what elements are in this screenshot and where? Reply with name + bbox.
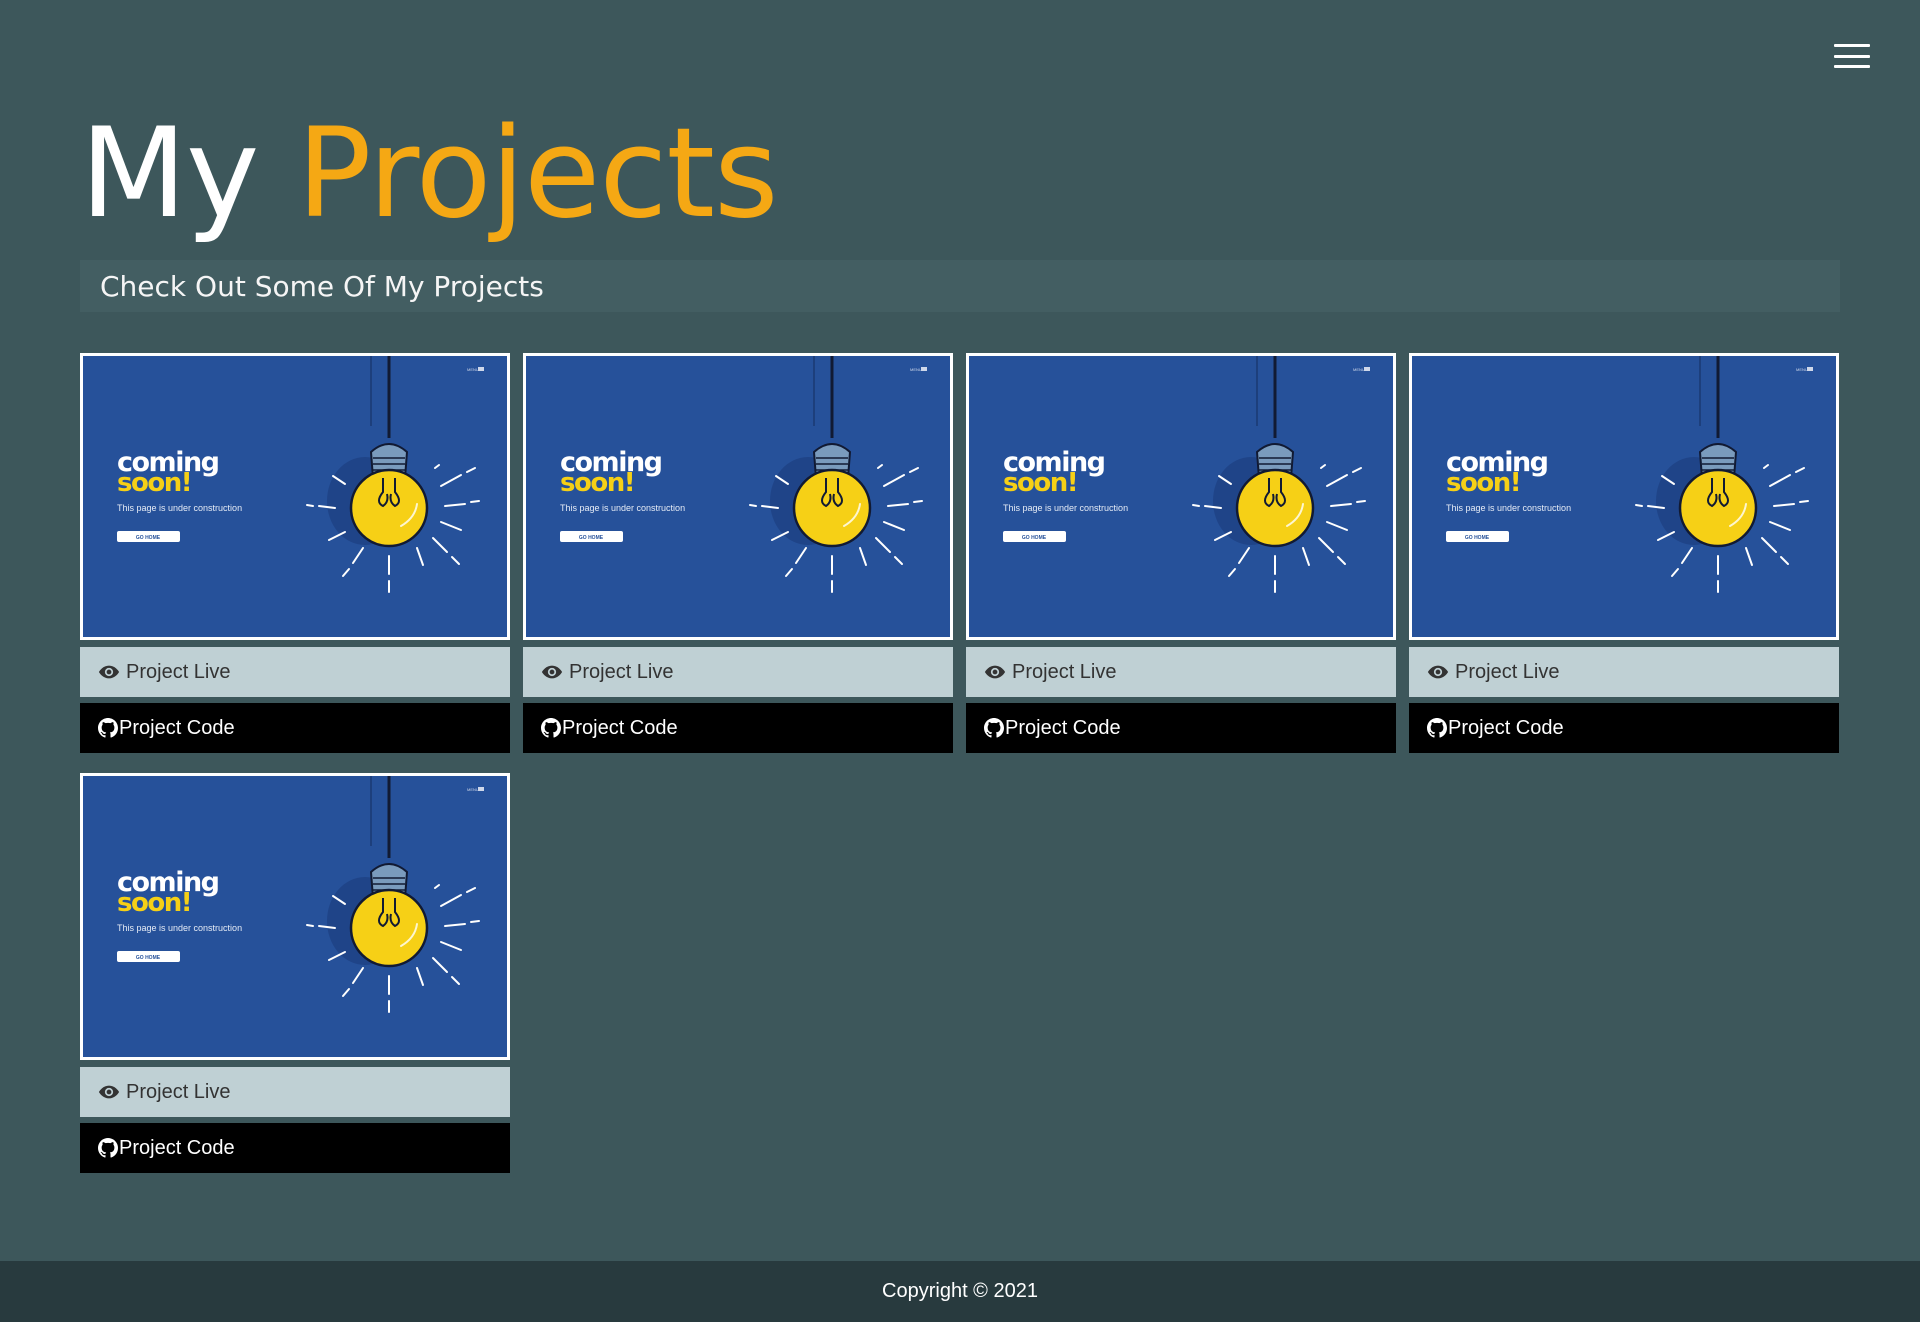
svg-text:soon!: soon! <box>1446 468 1520 498</box>
hamburger-line <box>1834 44 1870 47</box>
coming-soon-illustration: MENU coming soon! This page is under con… <box>1412 356 1836 637</box>
svg-text:MENU: MENU <box>467 787 479 792</box>
project-live-button[interactable]: Project Live <box>523 647 953 697</box>
github-icon <box>98 1138 118 1158</box>
project-code-button[interactable]: Project Code <box>1409 703 1839 753</box>
project-live-label: Project Live <box>1012 660 1117 683</box>
project-live-button[interactable]: Project Live <box>80 647 510 697</box>
svg-text:MENU: MENU <box>1796 367 1808 372</box>
hamburger-menu-icon[interactable] <box>1834 42 1870 70</box>
hamburger-line <box>1834 54 1870 58</box>
project-card: MENU coming soon! This page is under con… <box>966 353 1396 753</box>
project-card: MENU coming soon! This page is under con… <box>80 353 510 753</box>
svg-text:GO HOME: GO HOME <box>579 535 604 541</box>
svg-text:soon!: soon! <box>117 888 191 918</box>
svg-text:MENU: MENU <box>1353 367 1365 372</box>
svg-text:GO HOME: GO HOME <box>1022 535 1047 541</box>
coming-soon-illustration: MENU coming soon! This page is under con… <box>969 356 1393 637</box>
project-thumbnail[interactable]: MENU coming soon! This page is under con… <box>80 353 510 640</box>
hamburger-line <box>1834 65 1870 68</box>
project-card: MENU coming soon! This page is under con… <box>1409 353 1839 753</box>
svg-text:This page is under constructio: This page is under construction <box>117 503 242 513</box>
page-title-accent: Projects <box>296 102 779 246</box>
footer: Copyright © 2021 <box>0 1261 1920 1322</box>
page-subtitle-bar: Check Out Some Of My Projects <box>80 260 1840 312</box>
project-code-label: Project Code <box>1448 716 1564 739</box>
coming-soon-illustration: MENU coming soon! This page is under con… <box>83 776 507 1057</box>
github-icon <box>98 718 118 738</box>
svg-text:soon!: soon! <box>560 468 634 498</box>
svg-text:MENU: MENU <box>467 367 479 372</box>
project-thumbnail[interactable]: MENU coming soon! This page is under con… <box>1409 353 1839 640</box>
project-code-label: Project Code <box>1005 716 1121 739</box>
project-card: MENU coming soon! This page is under con… <box>80 773 510 1173</box>
project-code-button[interactable]: Project Code <box>80 703 510 753</box>
svg-text:This page is under constructio: This page is under construction <box>560 503 685 513</box>
project-live-button[interactable]: Project Live <box>80 1067 510 1117</box>
svg-text:This page is under constructio: This page is under construction <box>117 923 242 933</box>
copyright-text: Copyright © 2021 <box>882 1280 1038 1302</box>
project-thumbnail[interactable]: MENU coming soon! This page is under con… <box>80 773 510 1060</box>
project-code-label: Project Code <box>562 716 678 739</box>
project-code-button[interactable]: Project Code <box>523 703 953 753</box>
project-live-label: Project Live <box>569 660 674 683</box>
github-icon <box>541 718 561 738</box>
svg-text:This page is under constructio: This page is under construction <box>1003 503 1128 513</box>
page-title: My Projects <box>80 112 779 236</box>
svg-text:MENU: MENU <box>910 367 922 372</box>
project-thumbnail[interactable]: MENU coming soon! This page is under con… <box>523 353 953 640</box>
project-card: MENU coming soon! This page is under con… <box>523 353 953 753</box>
project-live-label: Project Live <box>126 1080 231 1103</box>
project-code-button[interactable]: Project Code <box>80 1123 510 1173</box>
eye-icon <box>98 1085 120 1099</box>
svg-text:GO HOME: GO HOME <box>136 955 161 961</box>
page-title-prefix: My <box>80 102 259 246</box>
project-live-button[interactable]: Project Live <box>1409 647 1839 697</box>
svg-text:soon!: soon! <box>117 468 191 498</box>
projects-grid: MENU coming soon! This page is under con… <box>80 353 1840 1173</box>
coming-soon-illustration: MENU coming soon! This page is under con… <box>83 356 507 637</box>
project-live-label: Project Live <box>126 660 231 683</box>
eye-icon <box>1427 665 1449 679</box>
svg-text:GO HOME: GO HOME <box>1465 535 1490 541</box>
project-code-label: Project Code <box>119 716 235 739</box>
page-subtitle: Check Out Some Of My Projects <box>100 269 544 303</box>
project-code-label: Project Code <box>119 1136 235 1159</box>
svg-text:GO HOME: GO HOME <box>136 535 161 541</box>
svg-text:soon!: soon! <box>1003 468 1077 498</box>
coming-soon-illustration: MENU coming soon! This page is under con… <box>526 356 950 637</box>
eye-icon <box>541 665 563 679</box>
svg-text:This page is under constructio: This page is under construction <box>1446 503 1571 513</box>
eye-icon <box>984 665 1006 679</box>
project-live-button[interactable]: Project Live <box>966 647 1396 697</box>
eye-icon <box>98 665 120 679</box>
project-code-button[interactable]: Project Code <box>966 703 1396 753</box>
project-thumbnail[interactable]: MENU coming soon! This page is under con… <box>966 353 1396 640</box>
github-icon <box>984 718 1004 738</box>
github-icon <box>1427 718 1447 738</box>
project-live-label: Project Live <box>1455 660 1560 683</box>
